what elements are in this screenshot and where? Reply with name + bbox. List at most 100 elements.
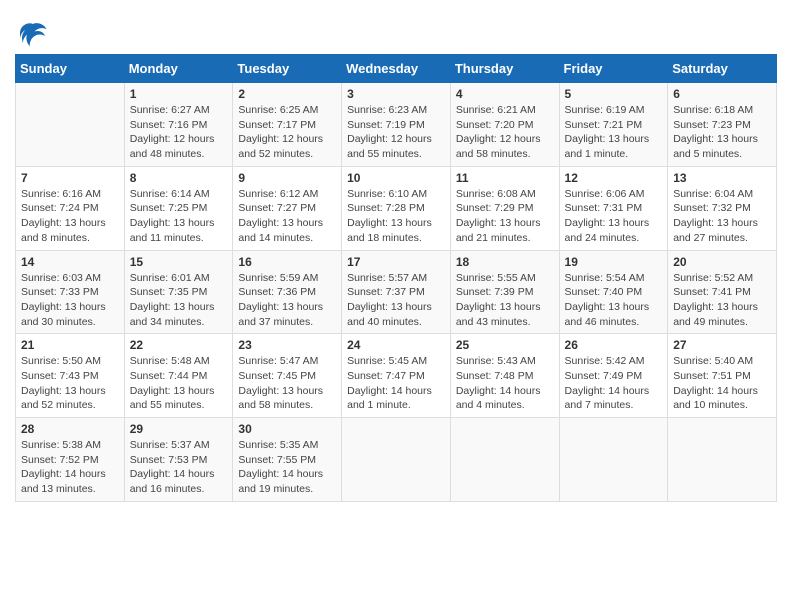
day-number: 21: [21, 338, 119, 352]
cell-content: Sunrise: 6:16 AM Sunset: 7:24 PM Dayligh…: [21, 187, 119, 246]
day-number: 3: [347, 87, 445, 101]
week-row-1: 1Sunrise: 6:27 AM Sunset: 7:16 PM Daylig…: [16, 83, 777, 167]
calendar-cell: 13 Sunrise: 6:04 AM Sunset: 7:32 PM Dayli…: [668, 166, 777, 250]
day-number: 6: [673, 87, 771, 101]
calendar-cell: 20 Sunrise: 5:52 AM Sunset: 7:41 PM Dayli…: [668, 250, 777, 334]
calendar-cell: 12 Sunrise: 6:06 AM Sunset: 7:31 PM Dayli…: [559, 166, 668, 250]
calendar-cell: 24 Sunrise: 5:45 AM Sunset: 7:47 PM Dayli…: [342, 334, 451, 418]
page-header: [15, 10, 777, 48]
cell-content: Sunrise: 6:10 AM Sunset: 7:28 PM Dayligh…: [347, 187, 445, 246]
calendar-cell: 4 Sunrise: 6:21 AM Sunset: 7:20 PM Daylig…: [450, 83, 559, 167]
calendar-cell: 28Sunrise: 5:38 AM Sunset: 7:52 PM Dayli…: [16, 418, 125, 502]
calendar-cell: 1Sunrise: 6:27 AM Sunset: 7:16 PM Daylig…: [124, 83, 233, 167]
weekday-header-thursday: Thursday: [450, 55, 559, 83]
calendar-cell: 8 Sunrise: 6:14 AM Sunset: 7:25 PM Daylig…: [124, 166, 233, 250]
calendar-cell: 23 Sunrise: 5:47 AM Sunset: 7:45 PM Dayli…: [233, 334, 342, 418]
day-number: 17: [347, 255, 445, 269]
calendar-cell: 18 Sunrise: 5:55 AM Sunset: 7:39 PM Dayli…: [450, 250, 559, 334]
cell-content: Sunrise: 6:21 AM Sunset: 7:20 PM Dayligh…: [456, 103, 554, 162]
calendar-cell: 27 Sunrise: 5:40 AM Sunset: 7:51 PM Dayli…: [668, 334, 777, 418]
calendar-cell: [16, 83, 125, 167]
day-number: 10: [347, 171, 445, 185]
calendar-cell: 5 Sunrise: 6:19 AM Sunset: 7:21 PM Daylig…: [559, 83, 668, 167]
day-number: 18: [456, 255, 554, 269]
cell-content: Sunrise: 5:47 AM Sunset: 7:45 PM Dayligh…: [238, 354, 336, 413]
weekday-header-monday: Monday: [124, 55, 233, 83]
cell-content: Sunrise: 5:48 AM Sunset: 7:44 PM Dayligh…: [130, 354, 228, 413]
day-number: 14: [21, 255, 119, 269]
day-number: 22: [130, 338, 228, 352]
weekday-header-row: SundayMondayTuesdayWednesdayThursdayFrid…: [16, 55, 777, 83]
calendar-cell: 11 Sunrise: 6:08 AM Sunset: 7:29 PM Dayli…: [450, 166, 559, 250]
cell-content: Sunrise: 5:54 AM Sunset: 7:40 PM Dayligh…: [565, 271, 663, 330]
day-number: 19: [565, 255, 663, 269]
week-row-3: 14 Sunrise: 6:03 AM Sunset: 7:33 PM Dayli…: [16, 250, 777, 334]
day-number: 25: [456, 338, 554, 352]
day-number: 28: [21, 422, 119, 436]
cell-content: Sunrise: 6:19 AM Sunset: 7:21 PM Dayligh…: [565, 103, 663, 162]
calendar-cell: 9Sunrise: 6:12 AM Sunset: 7:27 PM Daylig…: [233, 166, 342, 250]
weekday-header-wednesday: Wednesday: [342, 55, 451, 83]
calendar-cell: 10 Sunrise: 6:10 AM Sunset: 7:28 PM Dayli…: [342, 166, 451, 250]
calendar-cell: [559, 418, 668, 502]
cell-content: Sunrise: 6:27 AM Sunset: 7:16 PM Dayligh…: [130, 103, 228, 162]
day-number: 5: [565, 87, 663, 101]
calendar-cell: 3 Sunrise: 6:23 AM Sunset: 7:19 PM Daylig…: [342, 83, 451, 167]
cell-content: Sunrise: 5:55 AM Sunset: 7:39 PM Dayligh…: [456, 271, 554, 330]
cell-content: Sunrise: 5:59 AM Sunset: 7:36 PM Dayligh…: [238, 271, 336, 330]
day-number: 2: [238, 87, 336, 101]
weekday-header-friday: Friday: [559, 55, 668, 83]
week-row-4: 21Sunrise: 5:50 AM Sunset: 7:43 PM Dayli…: [16, 334, 777, 418]
day-number: 26: [565, 338, 663, 352]
calendar-cell: 30 Sunrise: 5:35 AM Sunset: 7:55 PM Dayli…: [233, 418, 342, 502]
cell-content: Sunrise: 5:52 AM Sunset: 7:41 PM Dayligh…: [673, 271, 771, 330]
day-number: 23: [238, 338, 336, 352]
cell-content: Sunrise: 6:23 AM Sunset: 7:19 PM Dayligh…: [347, 103, 445, 162]
logo: [15, 18, 48, 48]
day-number: 15: [130, 255, 228, 269]
cell-content: Sunrise: 5:45 AM Sunset: 7:47 PM Dayligh…: [347, 354, 445, 413]
calendar-cell: 19 Sunrise: 5:54 AM Sunset: 7:40 PM Dayli…: [559, 250, 668, 334]
cell-content: Sunrise: 5:42 AM Sunset: 7:49 PM Dayligh…: [565, 354, 663, 413]
week-row-5: 28Sunrise: 5:38 AM Sunset: 7:52 PM Dayli…: [16, 418, 777, 502]
day-number: 11: [456, 171, 554, 185]
calendar-cell: 22 Sunrise: 5:48 AM Sunset: 7:44 PM Dayli…: [124, 334, 233, 418]
day-number: 16: [238, 255, 336, 269]
cell-content: Sunrise: 6:08 AM Sunset: 7:29 PM Dayligh…: [456, 187, 554, 246]
cell-content: Sunrise: 6:25 AM Sunset: 7:17 PM Dayligh…: [238, 103, 336, 162]
cell-content: Sunrise: 5:43 AM Sunset: 7:48 PM Dayligh…: [456, 354, 554, 413]
day-number: 27: [673, 338, 771, 352]
day-number: 7: [21, 171, 119, 185]
day-number: 29: [130, 422, 228, 436]
cell-content: Sunrise: 5:35 AM Sunset: 7:55 PM Dayligh…: [238, 438, 336, 497]
cell-content: Sunrise: 6:03 AM Sunset: 7:33 PM Dayligh…: [21, 271, 119, 330]
calendar-cell: 7 Sunrise: 6:16 AM Sunset: 7:24 PM Daylig…: [16, 166, 125, 250]
day-number: 13: [673, 171, 771, 185]
calendar-cell: 16 Sunrise: 5:59 AM Sunset: 7:36 PM Dayli…: [233, 250, 342, 334]
calendar-cell: 17Sunrise: 5:57 AM Sunset: 7:37 PM Dayli…: [342, 250, 451, 334]
calendar-cell: [668, 418, 777, 502]
calendar-cell: [342, 418, 451, 502]
day-number: 12: [565, 171, 663, 185]
day-number: 4: [456, 87, 554, 101]
calendar-cell: 14 Sunrise: 6:03 AM Sunset: 7:33 PM Dayli…: [16, 250, 125, 334]
calendar-table: SundayMondayTuesdayWednesdayThursdayFrid…: [15, 54, 777, 502]
cell-content: Sunrise: 6:12 AM Sunset: 7:27 PM Dayligh…: [238, 187, 336, 246]
weekday-header-saturday: Saturday: [668, 55, 777, 83]
cell-content: Sunrise: 6:04 AM Sunset: 7:32 PM Dayligh…: [673, 187, 771, 246]
calendar-cell: 21Sunrise: 5:50 AM Sunset: 7:43 PM Dayli…: [16, 334, 125, 418]
week-row-2: 7 Sunrise: 6:16 AM Sunset: 7:24 PM Daylig…: [16, 166, 777, 250]
cell-content: Sunrise: 6:06 AM Sunset: 7:31 PM Dayligh…: [565, 187, 663, 246]
calendar-cell: 29Sunrise: 5:37 AM Sunset: 7:53 PM Dayli…: [124, 418, 233, 502]
day-number: 20: [673, 255, 771, 269]
cell-content: Sunrise: 6:14 AM Sunset: 7:25 PM Dayligh…: [130, 187, 228, 246]
day-number: 30: [238, 422, 336, 436]
cell-content: Sunrise: 5:40 AM Sunset: 7:51 PM Dayligh…: [673, 354, 771, 413]
calendar-cell: 15 Sunrise: 6:01 AM Sunset: 7:35 PM Dayli…: [124, 250, 233, 334]
day-number: 8: [130, 171, 228, 185]
day-number: 24: [347, 338, 445, 352]
weekday-header-tuesday: Tuesday: [233, 55, 342, 83]
calendar-cell: 25 Sunrise: 5:43 AM Sunset: 7:48 PM Dayli…: [450, 334, 559, 418]
logo-bird-icon: [18, 18, 48, 48]
cell-content: Sunrise: 6:01 AM Sunset: 7:35 PM Dayligh…: [130, 271, 228, 330]
